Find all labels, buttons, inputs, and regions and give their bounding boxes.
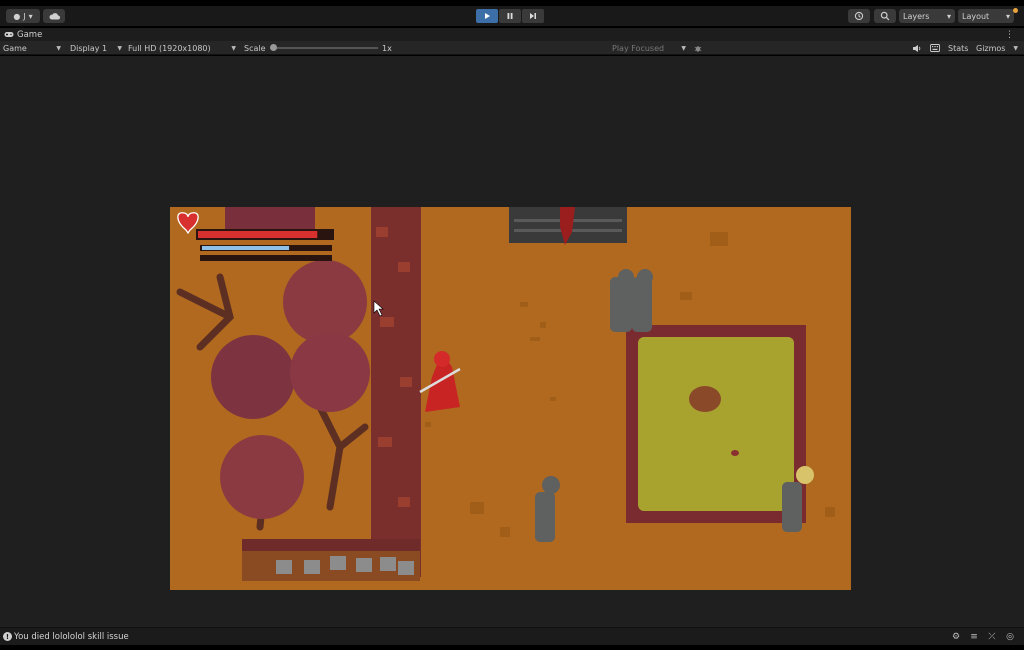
cloud-button[interactable] [43,9,65,23]
step-icon [530,13,536,19]
game-view-select[interactable]: Game ▼ [1,42,63,54]
scale-value: 1x [382,43,392,53]
check-circle-icon[interactable]: ◎ [1004,631,1016,643]
history-icon [854,11,864,21]
chevron-down-icon: ▾ [1005,11,1010,21]
play-icon [485,13,490,19]
scale-slider[interactable] [270,47,378,49]
notification-dot [1013,8,1018,13]
mana-bar-fill [202,246,290,250]
mute-audio-toggle[interactable] [910,42,924,54]
chevron-down-icon: ▾ [28,11,33,21]
scale-label: Scale [244,43,266,53]
heart-icon [177,212,199,235]
account-initial: J [23,11,26,21]
tree-foliage [211,207,370,519]
health-bar-fill [198,231,318,238]
chevron-down-icon: ▼ [1013,44,1018,52]
gizmos-label: Gizmos [976,43,1006,53]
last-log-message[interactable]: You died lolololol skill issue [14,632,129,642]
search-icon [880,11,890,21]
pause-icon [507,13,513,19]
resolution-select[interactable]: Full HD (1920x1080) ▼ [126,42,238,54]
debug-icon[interactable]: ⚙ [950,631,962,643]
game-scene [176,207,835,581]
resolution-select-label: Full HD (1920x1080) [128,43,211,53]
scale-slider-handle[interactable] [270,44,277,51]
tab-title: Game [17,29,43,40]
chevron-down-icon: ▼ [56,44,61,52]
database-icon[interactable]: ≡ [968,631,980,643]
layers-dropdown[interactable]: Layers ▾ [899,9,955,23]
chevron-down-icon: ▾ [946,11,951,21]
play-mode-select[interactable]: Play Focused ▼ [610,42,688,54]
account-button[interactable]: ● J ▾ [6,9,40,23]
tab-game[interactable]: Game [4,30,42,40]
game-view-toolbar: Game ▼ Display 1 ▼ Full HD (1920x1080) ▼… [0,41,1024,55]
gizmos-dropdown[interactable]: Gizmos ▼ [974,42,1020,54]
console-status-bar[interactable]: ! You died lolololol skill issue ⚙ ≡ ⤫ ◎ [0,627,1024,645]
more-options-icon[interactable]: ⋮ [1005,30,1014,40]
play-button[interactable] [476,9,498,23]
frame-debugger-button[interactable] [692,42,704,54]
gamepad-icon [4,32,14,37]
speaker-icon [913,44,921,52]
undo-history-button[interactable] [848,9,870,23]
step-button[interactable] [522,9,544,23]
hedge-wall [371,207,421,577]
window-edge [0,645,1024,650]
chevron-down-icon: ▼ [117,44,122,52]
display-select-label: Display 1 [70,43,108,53]
cloud-icon [49,13,60,20]
chevron-down-icon: ▼ [681,44,686,52]
account-icon: ● [13,11,21,21]
play-mode-label: Play Focused [612,43,665,53]
layers-label: Layers [903,11,930,21]
shortcuts-toggle[interactable] [928,42,942,54]
bug-icon [694,45,702,52]
layout-dropdown[interactable]: Layout ▾ [958,9,1014,23]
search-button[interactable] [874,9,896,23]
stats-toggle[interactable]: Stats [946,42,970,54]
keyboard-icon [930,44,940,52]
main-toolbar: ● J ▾ Layers ▾ Layout ▾ [0,6,1024,26]
pond-rock [689,386,721,412]
game-render[interactable] [170,207,851,590]
info-icon: ! [3,632,12,641]
display-select[interactable]: Display 1 ▼ [68,42,124,54]
game-viewport[interactable] [0,56,1024,627]
graph-icon[interactable]: ⤫ [986,631,998,643]
playback-controls [476,9,544,23]
player-character [419,351,461,412]
layout-label: Layout [962,11,990,21]
pond [638,337,794,511]
stamina-bar-bg [200,255,332,261]
chevron-down-icon: ▼ [231,44,236,52]
pause-button[interactable] [499,9,521,23]
game-view-select-label: Game [3,43,27,53]
game-tab-bar: Game ⋮ [0,28,1024,41]
